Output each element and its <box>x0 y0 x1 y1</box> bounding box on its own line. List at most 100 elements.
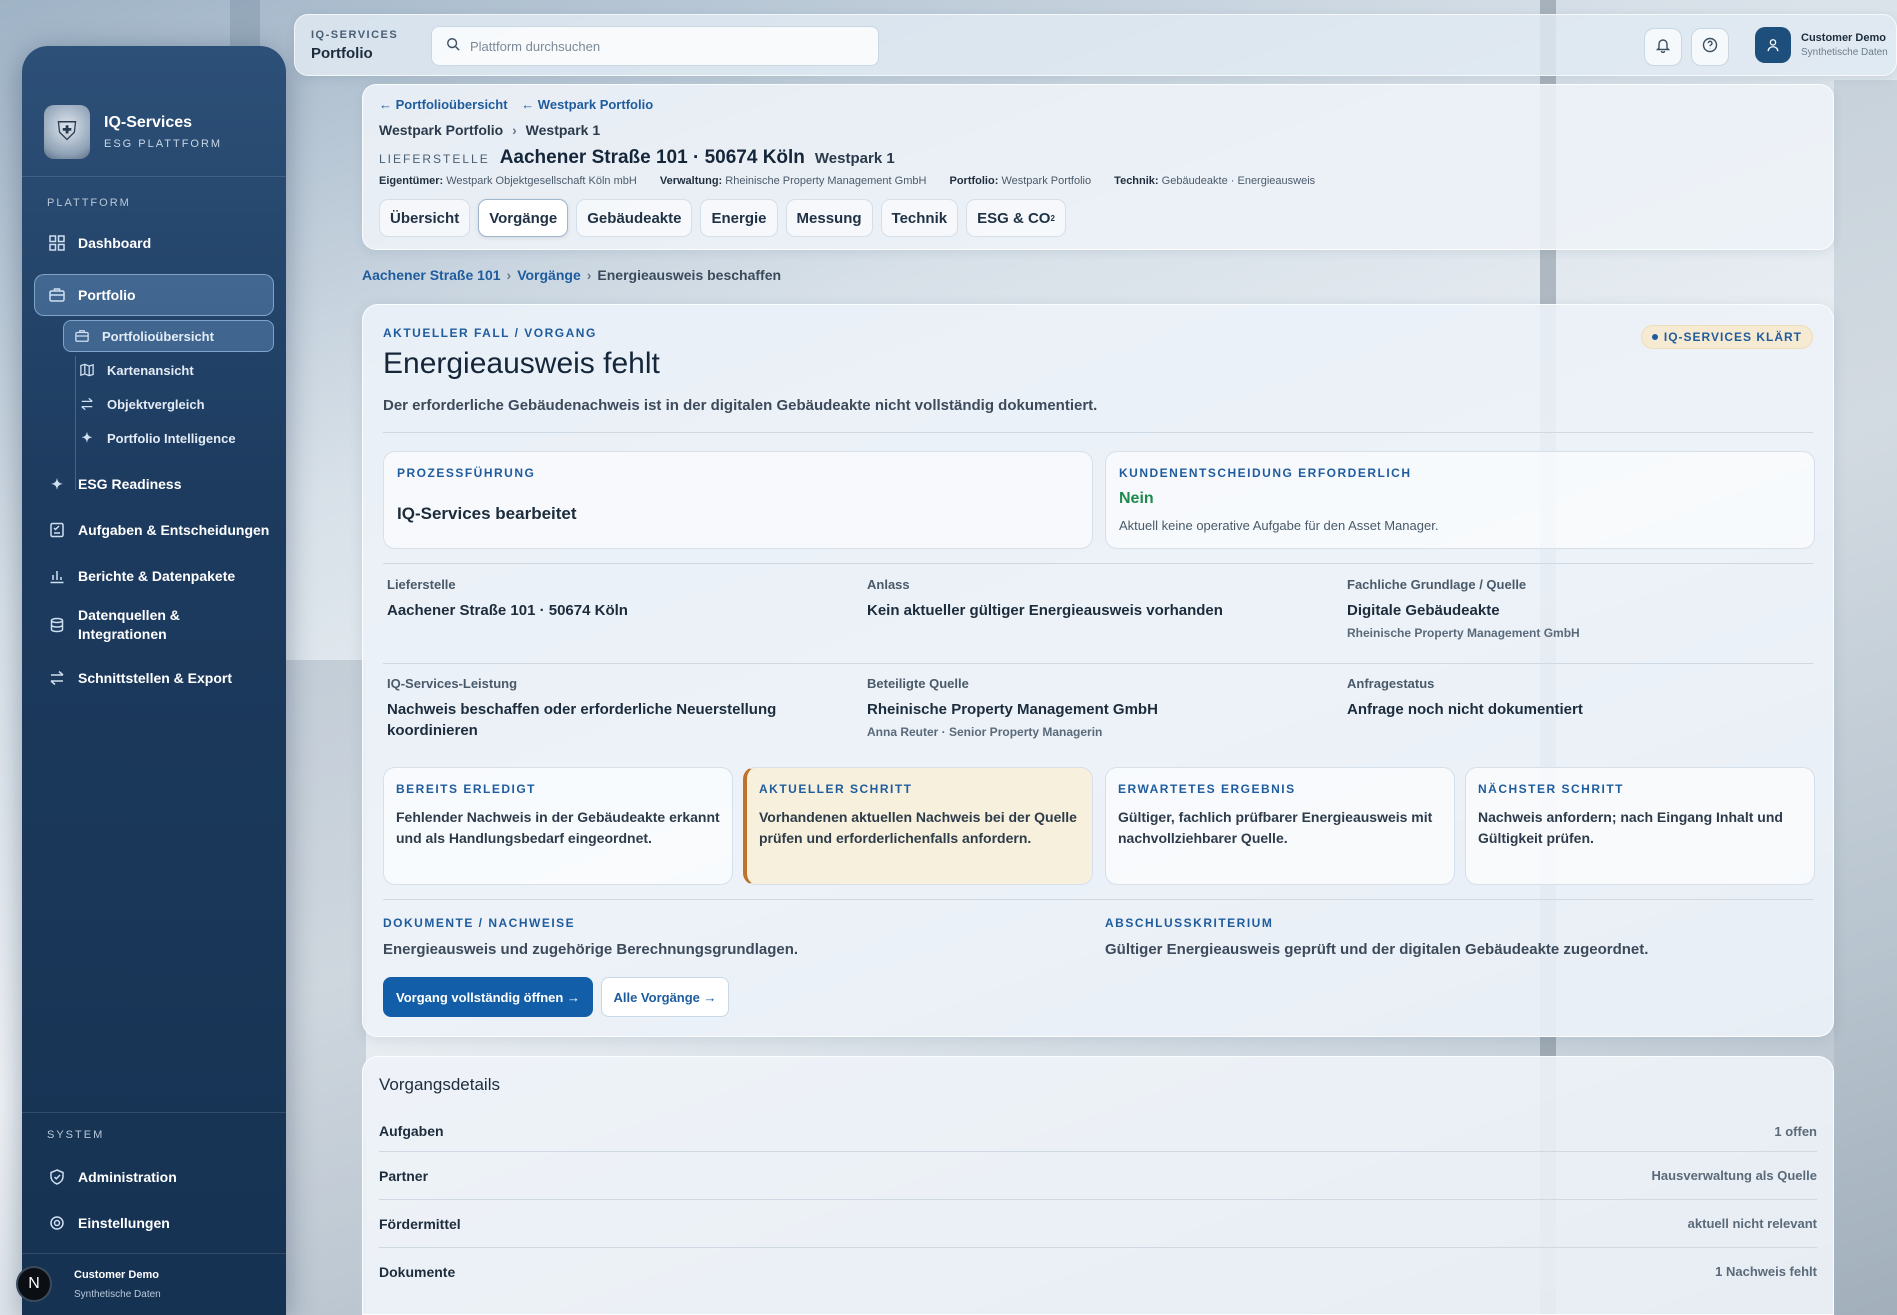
map-icon <box>79 362 95 378</box>
sidebar-item-aufgaben[interactable]: Aufgaben & Entscheidungen <box>22 516 286 544</box>
path-current: Energieausweis beschaffen <box>597 267 782 283</box>
detail-key: Fördermittel <box>379 1215 461 1232</box>
field-label: Anfragestatus <box>1347 676 1435 691</box>
path-vorgaenge[interactable]: Vorgänge <box>517 267 581 283</box>
back-link-portfoliouebersicht[interactable]: ← Portfolioübersicht <box>379 97 508 112</box>
sidebar-item-dashboard[interactable]: Dashboard <box>22 229 286 257</box>
breadcrumb-portfolio[interactable]: Westpark Portfolio <box>379 122 503 138</box>
tab-esg-subscript: 2 <box>1050 213 1055 223</box>
sidebar-subitem-label: Objektvergleich <box>107 396 205 412</box>
brand-title: IQ-Services <box>104 114 193 131</box>
detail-row[interactable]: Partner Hausverwaltung als Quelle <box>379 1151 1817 1199</box>
top-title: Portfolio <box>311 45 373 62</box>
gear-icon <box>48 1214 66 1232</box>
system-section: SYSTEM Administration Einstellungen <box>22 1112 286 1237</box>
notifications-button[interactable] <box>1644 28 1682 66</box>
detail-row[interactable]: Aufgaben 1 offen <box>379 1107 1817 1155</box>
field-value: Nachweis beschaffen oder erforderliche N… <box>387 701 777 739</box>
tab-messung[interactable]: Messung <box>785 199 873 237</box>
sidebar-item-portfolio[interactable]: Portfolio <box>34 274 274 316</box>
path-object[interactable]: Aachener Straße 101 <box>362 267 501 283</box>
detail-key: Dokumente <box>379 1263 456 1280</box>
sidebar-subitem-label: Portfolio Intelligence <box>107 430 236 446</box>
step-kicker: ERWARTETES ERGEBNIS <box>1118 782 1296 796</box>
user-avatar-icon <box>1755 27 1791 63</box>
field-anfragestatus: Anfragestatus Anfrage noch nicht dokumen… <box>1347 676 1811 720</box>
help-button[interactable] <box>1691 28 1729 66</box>
checklist-icon <box>48 521 66 539</box>
field-value: Rheinische Property Management GmbH <box>867 701 1158 718</box>
detail-row[interactable]: Fördermittel aktuell nicht relevant <box>379 1199 1817 1247</box>
divider <box>383 563 1813 564</box>
sidebar-item-esg-readiness[interactable]: ✦ ESG Readiness <box>22 470 286 498</box>
field-anlass: Anlass Kein aktueller gültiger Energieau… <box>867 577 1331 621</box>
detail-key: Aufgaben <box>379 1123 444 1139</box>
sidebar-item-label: Berichte & Datenpakete <box>78 568 236 584</box>
step-done: BEREITS ERLEDIGT Fehlender Nachweis in d… <box>383 767 733 885</box>
decision-sub: Aktuell keine operative Aufgabe für den … <box>1119 518 1439 533</box>
detail-value: aktuell nicht relevant <box>1687 1216 1817 1231</box>
meta-technik: Technik: Gebäudeakte · Energieausweis <box>1114 175 1316 187</box>
top-bar: IQ-SERVICES Portfolio Customer Demo Synt… <box>294 14 1897 76</box>
crest-logo-icon: ⛨ <box>44 105 90 159</box>
field-grundlage: Fachliche Grundlage / Quelle Digitale Ge… <box>1347 577 1811 640</box>
top-breadcrumb: IQ-SERVICES Portfolio <box>311 29 398 62</box>
user-sub: Synthetische Daten <box>1801 47 1888 58</box>
sidebar-subitem-portfolio-intelligence[interactable]: ✦ Portfolio Intelligence <box>63 422 274 454</box>
case-breadcrumb: Aachener Straße 101 › Vorgänge › Energieausw… <box>362 267 782 283</box>
sidebar-item-einstellungen[interactable]: Einstellungen <box>22 1209 286 1237</box>
help-icon <box>1702 37 1718 58</box>
tab-energie[interactable]: Energie <box>700 199 778 237</box>
close-kicker: ABSCHLUSSKRITERIUM <box>1105 916 1274 930</box>
sidebar-subitem-portfoliouebersicht[interactable]: Portfolioübersicht <box>63 320 274 352</box>
n-badge-icon[interactable]: N <box>16 1266 52 1302</box>
brand: ⛨ IQ-Services ESG PLATTFORM <box>22 46 286 176</box>
section-label-system: SYSTEM <box>47 1129 105 1141</box>
status-badge-label: IQ-SERVICES KLÄRT <box>1663 330 1802 344</box>
bar-chart-icon <box>48 567 66 585</box>
process-value: IQ-Services bearbeitet <box>397 504 577 523</box>
sidebar-subitem-objektvergleich[interactable]: Objektvergleich <box>63 388 274 420</box>
tab-esg-co2[interactable]: ESG & CO 2 <box>966 199 1066 237</box>
open-case-button[interactable]: Vorgang vollständig öffnen → <box>383 977 593 1017</box>
sidebar-item-label: ESG Readiness <box>78 476 182 492</box>
sidebar-subitem-kartenansicht[interactable]: Kartenansicht <box>63 354 274 386</box>
sidebar-item-datenquellen[interactable]: Datenquellen & Integrationen <box>22 606 286 646</box>
user-menu[interactable]: Customer Demo Synthetische Daten <box>1755 27 1888 63</box>
field-value: Digitale Gebäudeakte <box>1347 602 1500 619</box>
tab-gebaeudeakte[interactable]: Gebäudeakte <box>576 199 693 237</box>
back-link-westpark-portfolio[interactable]: ← Westpark Portfolio <box>521 97 653 112</box>
tab-technik[interactable]: Technik <box>880 199 959 237</box>
case-details: Vorgangsdetails Aufgaben 1 offen Partner… <box>362 1056 1834 1315</box>
field-lieferstelle: Lieferstelle Aachener Straße 101 · 50674… <box>387 577 851 621</box>
sidebar-item-administration[interactable]: Administration <box>22 1163 286 1191</box>
sidebar-subitem-label: Kartenansicht <box>107 362 194 378</box>
sparkle-icon: ✦ <box>51 475 63 492</box>
sidebar-item-label: Aufgaben & Entscheidungen <box>78 522 270 538</box>
all-cases-button[interactable]: Alle Vorgänge → <box>601 977 729 1017</box>
sidebar-subitem-label: Portfolioübersicht <box>102 328 214 344</box>
field-sub: Rheinische Property Management GmbH <box>1347 626 1580 640</box>
tab-vorgaenge[interactable]: Vorgänge <box>478 199 569 237</box>
step-next: NÄCHSTER SCHRITT Nachweis anfordern; nac… <box>1465 767 1815 885</box>
sidebar-footer-user[interactable]: N Customer Demo Synthetische Daten <box>16 1253 286 1315</box>
sidebar: ⛨ IQ-Services ESG PLATTFORM PLATTFORM Da… <box>16 46 286 1315</box>
details-title: Vorgangsdetails <box>379 1075 500 1094</box>
tab-uebersicht[interactable]: Übersicht <box>379 199 471 237</box>
back-links: ← Portfolioübersicht ← Westpark Portfoli… <box>379 97 663 112</box>
search-input[interactable] <box>470 38 850 54</box>
sidebar-item-berichte[interactable]: Berichte & Datenpakete <box>22 562 286 590</box>
sidebar-item-schnittstellen[interactable]: Schnittstellen & Export <box>22 664 286 692</box>
field-label: Lieferstelle <box>387 577 456 592</box>
tab-bar: Übersicht Vorgänge Gebäudeakte Energie M… <box>379 199 1074 237</box>
field-label: Beteiligte Quelle <box>867 676 969 691</box>
meta-info: Eigentümer: Westpark Objektgesellschaft … <box>379 175 1335 187</box>
divider <box>383 663 1813 664</box>
step-kicker: BEREITS ERLEDIGT <box>396 782 537 796</box>
sidebar-item-label: Dashboard <box>78 235 152 251</box>
sidebar-item-label: Administration <box>78 1169 177 1185</box>
search-box[interactable] <box>431 26 879 66</box>
breadcrumb-object[interactable]: Westpark 1 <box>526 122 600 138</box>
detail-row[interactable]: Dokumente 1 Nachweis fehlt <box>379 1247 1817 1295</box>
decision-value: Nein <box>1119 490 1154 507</box>
